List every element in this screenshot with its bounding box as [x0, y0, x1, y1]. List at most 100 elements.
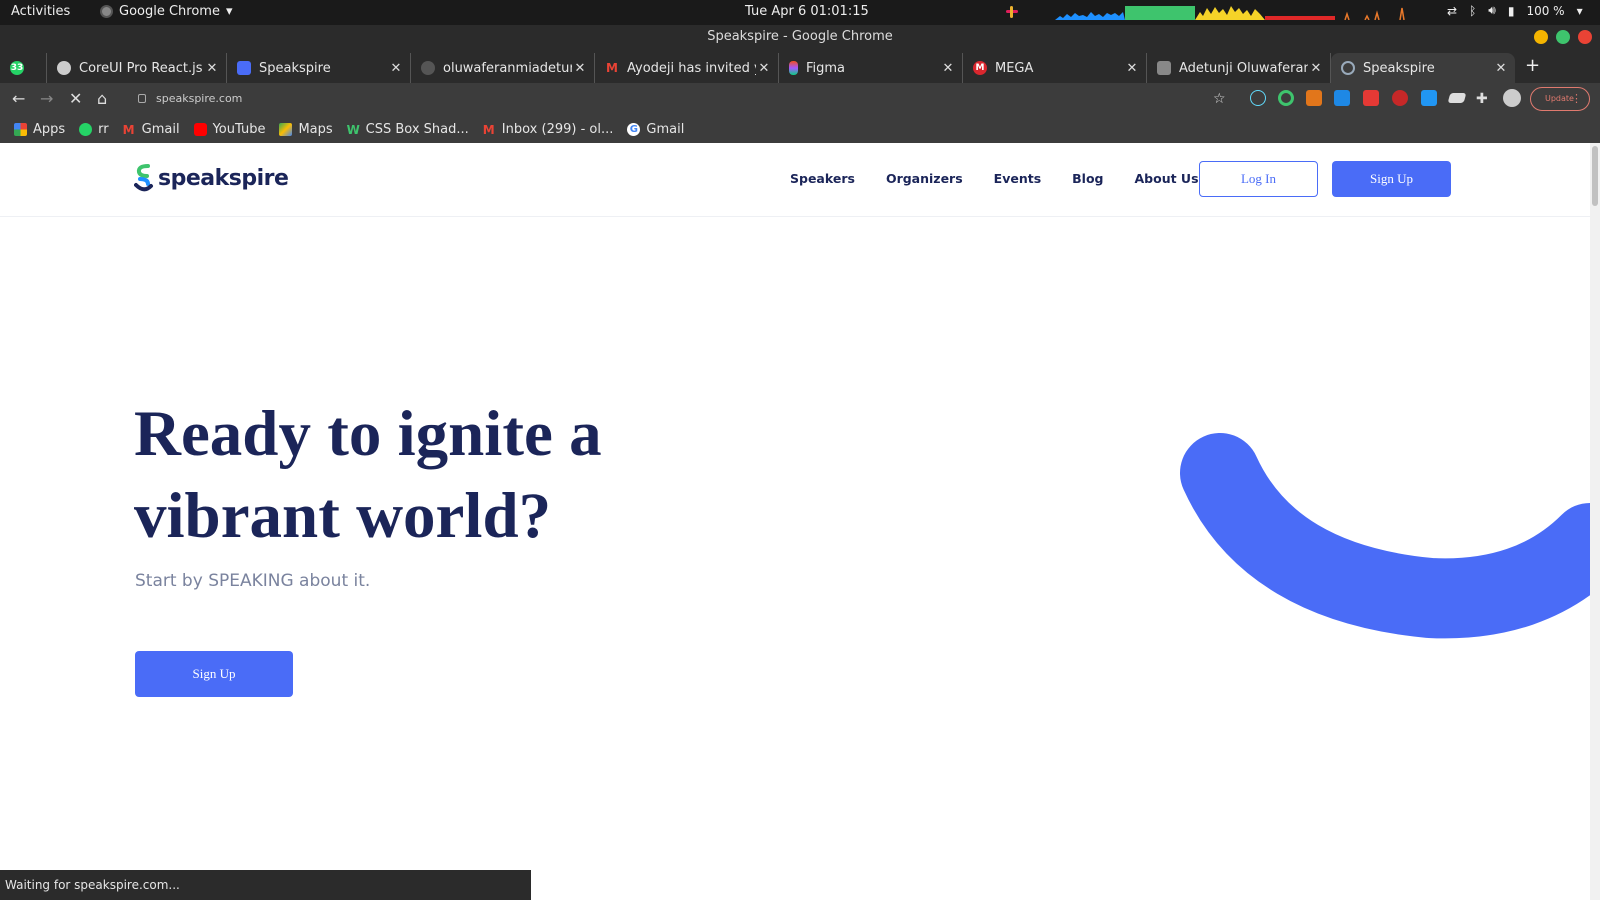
app-menu[interactable]: Google Chrome ▾	[100, 4, 233, 19]
tab-pinned[interactable]: 33	[0, 53, 47, 83]
battery-icon[interactable]: ▮	[1508, 4, 1515, 18]
bookmark-gmail-2[interactable]: G Gmail	[627, 122, 684, 137]
close-tab-icon[interactable]: ✕	[756, 61, 772, 76]
system-tray[interactable]: ⇄ ᛒ 🔊︎ ▮ 100 % ▾	[1447, 3, 1583, 18]
hero-signup-button[interactable]: Sign Up	[135, 651, 293, 697]
extension-pen-icon[interactable]	[1421, 90, 1437, 106]
network-icon[interactable]: ⇄	[1447, 4, 1457, 18]
bookmark-label: CSS Box Shad...	[365, 121, 469, 137]
bookmark-label: Apps	[33, 121, 66, 137]
update-button[interactable]: Update ⋮	[1530, 87, 1590, 111]
hero-subtitle: Start by SPEAKING about it.	[135, 571, 371, 591]
back-arrow-icon[interactable]: ←	[12, 89, 25, 108]
volume-icon[interactable]: 🔊︎	[1488, 3, 1496, 18]
close-tab-icon[interactable]: ✕	[1124, 61, 1140, 76]
bookmark-star-icon[interactable]: ☆	[1213, 91, 1226, 107]
tab-speakspire[interactable]: Speakspire ✕	[227, 53, 411, 83]
tab-title: CoreUI Pro React.js	[79, 60, 203, 76]
speakspire-logo-icon	[134, 164, 153, 192]
profile-icon	[1157, 61, 1171, 75]
battery-percent: 100 %	[1526, 3, 1565, 18]
bookmark-youtube[interactable]: YouTube	[193, 122, 265, 137]
figma-icon	[789, 61, 798, 75]
tab-title: Speakspire	[259, 60, 331, 76]
slack-icon[interactable]	[1005, 5, 1019, 19]
metamask-icon[interactable]	[1306, 90, 1322, 106]
lock-icon[interactable]	[138, 94, 146, 103]
page-scrollbar[interactable]	[1590, 143, 1600, 900]
caret-down-icon: ▾	[225, 4, 233, 19]
nav-speakers[interactable]: Speakers	[790, 171, 855, 186]
tab-title: MEGA	[995, 60, 1034, 76]
url-text: speakspire.com	[156, 92, 243, 105]
extension-green-icon[interactable]	[1278, 90, 1294, 106]
site-nav: Speakers Organizers Events Blog About Us	[790, 171, 1199, 186]
extension-blue-icon[interactable]	[1334, 90, 1350, 106]
loading-spinner-icon	[1341, 61, 1355, 75]
bookmark-css-box-shadow[interactable]: W CSS Box Shad...	[347, 122, 469, 137]
scrollbar-thumb[interactable]	[1592, 146, 1598, 206]
bluetooth-icon[interactable]: ᛒ	[1469, 4, 1476, 18]
bookmark-rr[interactable]: rr	[79, 122, 109, 137]
extension-redux-icon[interactable]	[1392, 90, 1408, 106]
nav-blog[interactable]: Blog	[1072, 171, 1103, 186]
tab-coreui[interactable]: CoreUI Pro React.js ✕	[47, 53, 227, 83]
tab-figma[interactable]: Figma ✕	[779, 53, 963, 83]
apps-grid-icon	[14, 122, 27, 136]
google-icon: G	[627, 122, 641, 136]
close-window-button[interactable]	[1578, 30, 1592, 44]
extension-red-icon[interactable]	[1363, 90, 1379, 106]
avatar[interactable]	[1503, 89, 1521, 107]
tab-gmail[interactable]: M Ayodeji has invited you ✕	[595, 53, 779, 83]
tab-github[interactable]: oluwaferanmiadetunji ✕	[411, 53, 595, 83]
bookmark-label: Gmail	[141, 121, 180, 137]
site-logo[interactable]: speakspire	[134, 163, 289, 193]
bookmark-label: Maps	[298, 121, 333, 137]
address-bar[interactable]: speakspire.com	[128, 87, 1218, 111]
signup-button[interactable]: Sign Up	[1332, 161, 1451, 197]
update-label: Update	[1545, 94, 1574, 103]
nav-organizers[interactable]: Organizers	[886, 171, 963, 186]
tab-title: Ayodeji has invited you	[627, 60, 756, 76]
bookmark-label: Inbox (299) - ol...	[501, 121, 614, 137]
extensions-puzzle-icon[interactable]: ✚	[1476, 91, 1488, 107]
nav-about-us[interactable]: About Us	[1135, 171, 1199, 186]
minimize-button[interactable]	[1534, 30, 1548, 44]
bookmark-gmail[interactable]: M Gmail	[123, 122, 180, 137]
mega-icon: M	[973, 61, 987, 75]
stop-loading-icon[interactable]: ✕	[69, 89, 82, 108]
web-page: speakspire Speakers Organizers Events Bl…	[0, 143, 1590, 900]
close-tab-icon[interactable]: ✕	[1493, 61, 1509, 76]
forward-arrow-icon[interactable]: →	[40, 89, 53, 108]
activities-button[interactable]: Activities	[11, 4, 70, 19]
react-devtools-icon[interactable]	[1250, 90, 1266, 106]
github-icon	[421, 61, 435, 75]
caret-down-icon[interactable]: ▾	[1577, 4, 1583, 18]
decorative-arc	[1180, 433, 1590, 639]
bookmark-inbox[interactable]: M Inbox (299) - ol...	[483, 122, 614, 137]
site-header: speakspire Speakers Organizers Events Bl…	[0, 143, 1590, 217]
home-icon[interactable]: ⌂	[97, 89, 107, 108]
extension-eraser-icon[interactable]	[1447, 93, 1467, 103]
new-tab-button[interactable]: +	[1525, 55, 1540, 76]
tab-strip: 33 CoreUI Pro React.js ✕ Speakspire ✕ ol…	[0, 49, 1600, 83]
tab-speakspire-active[interactable]: Speakspire ✕	[1331, 53, 1515, 83]
close-tab-icon[interactable]: ✕	[572, 61, 588, 76]
tab-mega[interactable]: M MEGA ✕	[963, 53, 1147, 83]
app-name: Google Chrome	[119, 4, 220, 19]
nav-events[interactable]: Events	[994, 171, 1041, 186]
clock[interactable]: Tue Apr 6 01:01:15	[745, 4, 869, 19]
close-tab-icon[interactable]: ✕	[388, 61, 404, 76]
close-tab-icon[interactable]: ✕	[204, 61, 220, 76]
tab-title: Adetunji Oluwaferanmi	[1179, 60, 1308, 76]
bookmark-maps[interactable]: Maps	[279, 121, 333, 137]
os-top-bar: Activities Google Chrome ▾ Tue Apr 6 01:…	[0, 0, 1600, 25]
login-button[interactable]: Log In	[1199, 161, 1318, 197]
gmail-icon: M	[482, 122, 495, 137]
maximize-button[interactable]	[1556, 30, 1570, 44]
close-tab-icon[interactable]: ✕	[940, 61, 956, 76]
bookmark-apps[interactable]: Apps	[14, 122, 65, 137]
tab-profile[interactable]: Adetunji Oluwaferanmi ✕	[1147, 53, 1331, 83]
close-tab-icon[interactable]: ✕	[1308, 61, 1324, 76]
coreui-icon	[57, 61, 71, 75]
